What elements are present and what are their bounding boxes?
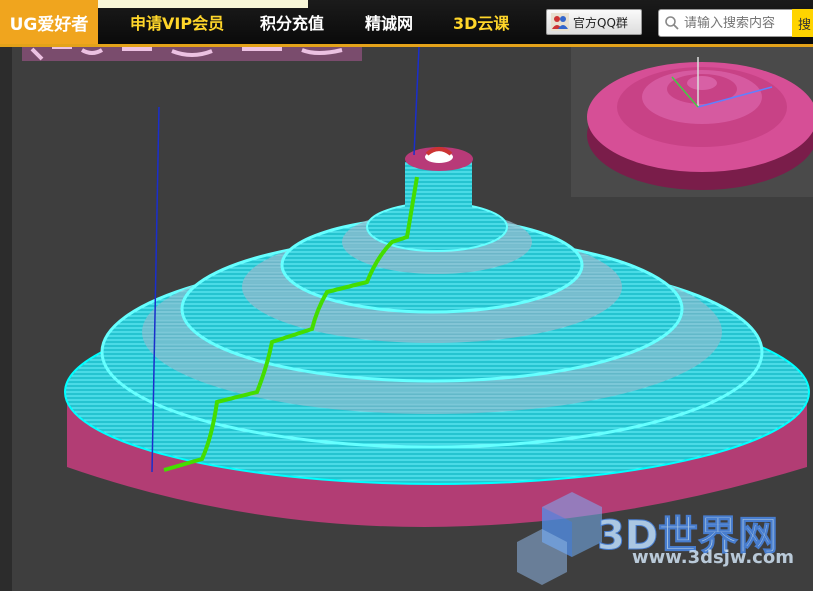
nav-points-link[interactable]: 积分充值 (260, 10, 324, 34)
site-logo[interactable]: UG爱好者 (0, 0, 98, 44)
search-box (658, 9, 794, 37)
top-strip (98, 0, 308, 8)
people-icon (551, 13, 569, 31)
axis-line (413, 47, 420, 156)
search-button[interactable]: 搜 (792, 9, 813, 37)
nav-3d-course-link[interactable]: 3D云课 (453, 10, 509, 34)
left-gutter (0, 47, 12, 591)
watermark-url: www.3dsjw.com (632, 547, 794, 568)
inset-preview (571, 47, 813, 197)
part-model (64, 147, 810, 527)
cad-viewport[interactable]: 3D世界网 www.3dsjw.com (12, 47, 813, 591)
top-navigation-bar: UG爱好者 申请VIP会员 积分充值 精诚网 3D云课 官方QQ群 搜 (0, 0, 813, 47)
qq-group-button[interactable]: 官方QQ群 (546, 9, 642, 35)
title-overlay (22, 47, 362, 61)
nav-vip-link[interactable]: 申请VIP会员 (130, 10, 224, 34)
qq-group-label: 官方QQ群 (573, 15, 628, 30)
search-icon (665, 16, 679, 30)
search-input[interactable] (684, 15, 788, 31)
nav-jingcheng-link[interactable]: 精诚网 (365, 10, 413, 34)
